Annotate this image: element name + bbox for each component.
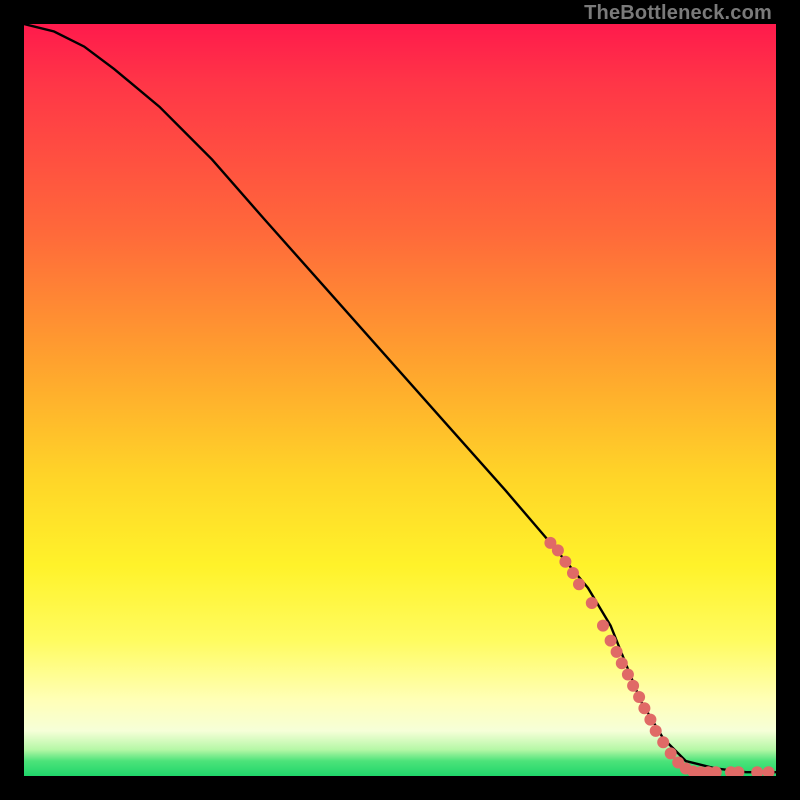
highlight-dot (611, 646, 623, 658)
highlight-dot (751, 766, 763, 776)
plot-area (24, 24, 776, 776)
chart-frame (24, 24, 776, 776)
highlight-dot (597, 620, 609, 632)
highlight-dot (638, 702, 650, 714)
highlight-dot (552, 544, 564, 556)
watermark-text: TheBottleneck.com (584, 2, 772, 25)
highlight-dot (567, 567, 579, 579)
bottleneck-curve (24, 24, 776, 772)
highlight-dots-group (544, 537, 774, 776)
chart-overlay-svg (24, 24, 776, 776)
highlight-dot (650, 725, 662, 737)
highlight-dot (622, 669, 634, 681)
highlight-dot (559, 556, 571, 568)
highlight-dot (586, 597, 598, 609)
highlight-dot (616, 657, 628, 669)
highlight-dot (627, 680, 639, 692)
highlight-dot (763, 766, 775, 776)
highlight-dot (605, 635, 617, 647)
highlight-dot (573, 578, 585, 590)
highlight-dot (633, 691, 645, 703)
highlight-dot (657, 736, 669, 748)
highlight-dot (644, 714, 656, 726)
